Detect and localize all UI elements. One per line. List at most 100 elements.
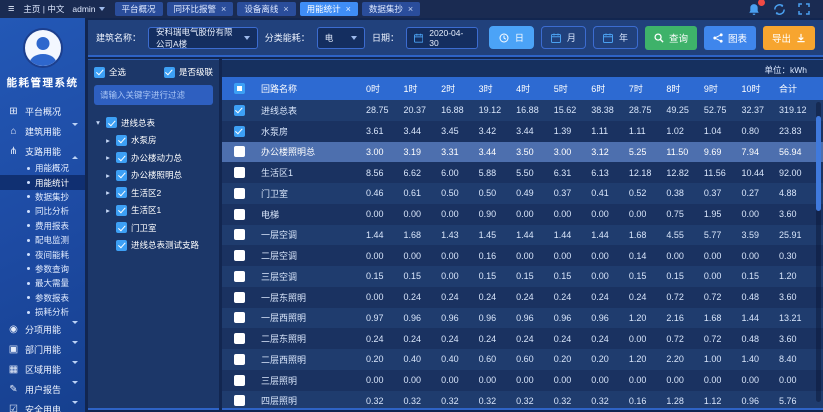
sidebar-item-平台概况[interactable]: ⊞平台概况 bbox=[0, 101, 85, 121]
tree-node-进线总表[interactable]: ▾进线总表 bbox=[94, 114, 213, 132]
tree-node-checkbox[interactable] bbox=[116, 187, 127, 198]
tree-node-办公楼照明总[interactable]: ▸办公楼照明总 bbox=[94, 167, 213, 185]
notification-bell-icon[interactable] bbox=[747, 2, 761, 16]
sidebar-subitem-配电监测[interactable]: 配电监测 bbox=[0, 233, 85, 247]
sidebar-subitem-用能统计[interactable]: 用能统计 bbox=[0, 175, 85, 189]
tab-数据集抄[interactable]: 数据集抄× bbox=[362, 2, 420, 16]
sidebar-item-建筑用能[interactable]: ⌂建筑用能 bbox=[0, 121, 85, 141]
caret-collapsed-icon[interactable]: ▸ bbox=[104, 136, 112, 145]
sidebar-subitem-参数查询[interactable]: 参数查询 bbox=[0, 262, 85, 276]
sidebar-subitem-夜间能耗[interactable]: 夜间能耗 bbox=[0, 247, 85, 261]
row-checkbox[interactable] bbox=[234, 312, 245, 323]
tab-平台概况[interactable]: 平台概况 bbox=[115, 2, 163, 16]
table-row-水泵房[interactable]: 水泵房3.613.443.453.423.441.391.111.111.021… bbox=[222, 121, 823, 142]
row-checkbox[interactable] bbox=[234, 292, 245, 303]
sidebar-item-区域用能[interactable]: ▦区域用能 bbox=[0, 359, 85, 379]
tab-close-icon[interactable]: × bbox=[221, 5, 226, 14]
category-select[interactable]: 电 bbox=[317, 27, 365, 49]
tree-node-checkbox[interactable] bbox=[116, 170, 127, 181]
sidebar-item-分项用能[interactable]: ◉分项用能 bbox=[0, 319, 85, 339]
scrollbar-thumb[interactable] bbox=[816, 116, 821, 211]
caret-collapsed-icon[interactable]: ▸ bbox=[104, 171, 112, 180]
tab-close-icon[interactable]: × bbox=[283, 5, 288, 14]
select-all-rows-checkbox[interactable] bbox=[234, 83, 245, 94]
sidebar-item-支路用能[interactable]: ⋔支路用能 bbox=[0, 141, 85, 161]
sidebar-item-用户报告[interactable]: ✎用户报告 bbox=[0, 379, 85, 399]
row-checkbox[interactable] bbox=[234, 146, 245, 157]
row-checkbox[interactable] bbox=[234, 375, 245, 386]
table-row-三层空调[interactable]: 三层空调0.150.150.000.150.150.150.000.150.15… bbox=[222, 266, 823, 287]
table-row-门卫室[interactable]: 门卫室0.460.610.500.500.490.370.410.520.380… bbox=[222, 183, 823, 204]
sidebar-subitem-用能概况[interactable]: 用能概况 bbox=[0, 161, 85, 175]
caret-collapsed-icon[interactable]: ▸ bbox=[104, 188, 112, 197]
table-row-三层照明[interactable]: 三层照明0.000.000.000.000.000.000.000.000.00… bbox=[222, 370, 823, 391]
tree-node-门卫室[interactable]: 门卫室 bbox=[94, 219, 213, 237]
query-button[interactable]: 查询 bbox=[645, 26, 697, 50]
tab-同环比报警[interactable]: 同环比报警× bbox=[167, 2, 234, 16]
row-checkbox[interactable] bbox=[234, 333, 245, 344]
tree-search-input[interactable] bbox=[94, 85, 213, 105]
tab-设备离线[interactable]: 设备离线× bbox=[237, 2, 295, 16]
table-row-电梯[interactable]: 电梯0.000.000.000.900.000.000.000.000.751.… bbox=[222, 204, 823, 225]
user-menu[interactable]: admin bbox=[72, 4, 104, 14]
sidebar-subitem-费用报表[interactable]: 费用报表 bbox=[0, 219, 85, 233]
chart-button[interactable]: 图表 bbox=[704, 26, 756, 50]
building-select[interactable]: 安科瑞电气股份有限公司A楼 bbox=[148, 27, 258, 49]
caret-expanded-icon[interactable]: ▾ bbox=[94, 118, 102, 127]
tree-node-进线总表测试支路[interactable]: 进线总表测试支路 bbox=[94, 237, 213, 255]
tree-node-checkbox[interactable] bbox=[116, 205, 127, 216]
tree-node-checkbox[interactable] bbox=[106, 117, 117, 128]
granularity-月[interactable]: 月 bbox=[541, 26, 586, 49]
table-row-一层西照明[interactable]: 一层西照明0.970.960.960.960.960.960.961.202.1… bbox=[222, 308, 823, 329]
tree-node-checkbox[interactable] bbox=[116, 240, 127, 251]
tree-node-生活区1[interactable]: ▸生活区1 bbox=[94, 202, 213, 220]
user-avatar[interactable] bbox=[23, 28, 63, 68]
table-row-二层空调[interactable]: 二层空调0.000.000.000.160.000.000.000.140.00… bbox=[222, 245, 823, 266]
tree-node-生活区2[interactable]: ▸生活区2 bbox=[94, 184, 213, 202]
tab-close-icon[interactable]: × bbox=[346, 5, 351, 14]
row-checkbox[interactable] bbox=[234, 395, 245, 406]
refresh-icon[interactable] bbox=[772, 2, 786, 16]
caret-collapsed-icon[interactable]: ▸ bbox=[104, 153, 112, 162]
sidebar-subitem-损耗分析[interactable]: 损耗分析 bbox=[0, 305, 85, 319]
row-checkbox[interactable] bbox=[234, 229, 245, 240]
table-row-生活区1[interactable]: 生活区18.566.626.005.885.506.316.1312.1812.… bbox=[222, 162, 823, 183]
sidebar-subitem-最大需量[interactable]: 最大需量 bbox=[0, 276, 85, 290]
sidebar-subitem-数据集抄[interactable]: 数据集抄 bbox=[0, 190, 85, 204]
row-checkbox[interactable] bbox=[234, 250, 245, 261]
tree-node-办公楼动力总[interactable]: ▸办公楼动力总 bbox=[94, 149, 213, 167]
tab-close-icon[interactable]: × bbox=[408, 5, 413, 14]
table-row-四层照明[interactable]: 四层照明0.320.320.320.320.320.320.320.161.28… bbox=[222, 391, 823, 411]
row-checkbox[interactable] bbox=[234, 354, 245, 365]
sidebar-item-部门用能[interactable]: ▣部门用能 bbox=[0, 339, 85, 359]
row-checkbox[interactable] bbox=[234, 188, 245, 199]
row-checkbox[interactable] bbox=[234, 209, 245, 220]
table-row-二层东照明[interactable]: 二层东照明0.240.240.240.240.240.240.240.000.7… bbox=[222, 328, 823, 349]
table-row-二层西照明[interactable]: 二层西照明0.200.400.400.600.600.200.201.202.2… bbox=[222, 349, 823, 370]
sidebar-subitem-参数报表[interactable]: 参数报表 bbox=[0, 291, 85, 305]
caret-collapsed-icon[interactable]: ▸ bbox=[104, 206, 112, 215]
row-checkbox[interactable] bbox=[234, 126, 245, 137]
row-checkbox[interactable] bbox=[234, 271, 245, 282]
table-row-一层东照明[interactable]: 一层东照明0.000.240.240.240.240.240.240.240.7… bbox=[222, 287, 823, 308]
export-button[interactable]: 导出 bbox=[763, 26, 815, 50]
fullscreen-icon[interactable] bbox=[797, 2, 811, 16]
select-all-checkbox[interactable]: 全选 bbox=[94, 66, 126, 78]
tree-node-水泵房[interactable]: ▸水泵房 bbox=[94, 132, 213, 150]
vertical-scrollbar[interactable] bbox=[816, 102, 821, 402]
tree-node-checkbox[interactable] bbox=[116, 222, 127, 233]
table-row-办公楼照明总[interactable]: 办公楼照明总3.003.193.313.443.503.003.125.2511… bbox=[222, 142, 823, 163]
hamburger-menu-icon[interactable]: ≡ bbox=[8, 0, 14, 18]
granularity-年[interactable]: 年 bbox=[593, 26, 638, 49]
sidebar-item-安全用电[interactable]: ☑安全用电 bbox=[0, 399, 85, 412]
tab-用能统计[interactable]: 用能统计× bbox=[300, 2, 358, 16]
date-picker[interactable]: 2020-04-30 bbox=[406, 27, 478, 49]
cascade-checkbox[interactable]: 是否级联 bbox=[164, 66, 213, 78]
row-checkbox[interactable] bbox=[234, 167, 245, 178]
home-language-label[interactable]: 主页 | 中文 bbox=[23, 3, 64, 15]
table-row-进线总表[interactable]: 进线总表28.7520.3716.8819.1216.8815.6238.382… bbox=[222, 100, 823, 121]
table-row-一层空调[interactable]: 一层空调1.441.681.431.451.441.441.441.684.55… bbox=[222, 225, 823, 246]
tree-node-checkbox[interactable] bbox=[116, 152, 127, 163]
tree-node-checkbox[interactable] bbox=[116, 135, 127, 146]
sidebar-subitem-同比分析[interactable]: 同比分析 bbox=[0, 204, 85, 218]
